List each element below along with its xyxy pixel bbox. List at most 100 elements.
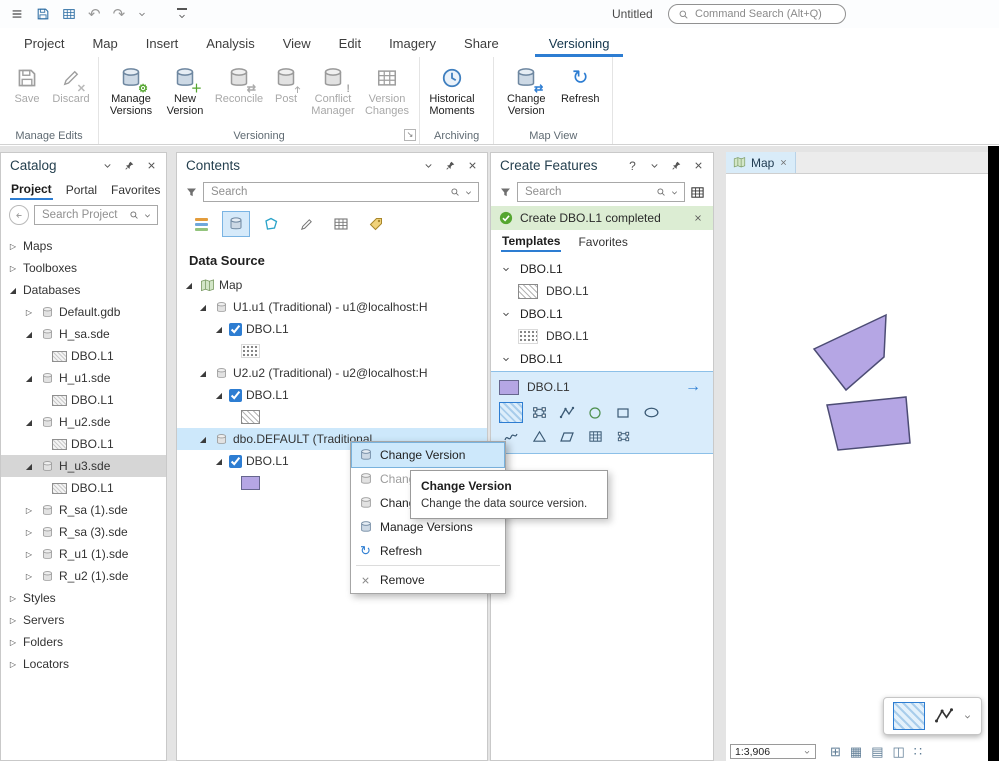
tree-item-h-u3-sde-selected[interactable]: ◢ H_u3.sde bbox=[1, 455, 166, 477]
tree-item-databases[interactable]: ◢ Databases bbox=[1, 279, 166, 301]
list-by-snapping-icon[interactable] bbox=[327, 211, 355, 237]
tree-item-toolboxes[interactable]: ▷ Toolboxes bbox=[1, 257, 166, 279]
manage-versions-button[interactable]: ⚙ Manage Versions bbox=[105, 60, 157, 121]
command-search[interactable]: Command Search (Alt+Q) bbox=[668, 4, 846, 24]
tree-item-connection-u2[interactable]: ◢ U2.u2 (Traditional) - u2@localhost:H bbox=[177, 362, 487, 384]
tree-item-default-gdb[interactable]: ▷ Default.gdb bbox=[1, 301, 166, 323]
list-by-selection-icon[interactable] bbox=[257, 211, 285, 237]
chevron-down-icon[interactable] bbox=[100, 158, 115, 173]
rectangle-tool-button[interactable] bbox=[611, 402, 635, 423]
manage-templates-icon[interactable] bbox=[690, 185, 705, 200]
expander-icon[interactable]: ▷ bbox=[23, 550, 35, 559]
map-canvas[interactable]: 1:3,906 ⊞ ▦ ▤ ◫ ∷ bbox=[726, 174, 988, 761]
expander-icon[interactable]: ◢ bbox=[213, 391, 225, 400]
chevron-down-icon[interactable] bbox=[464, 188, 473, 197]
tree-item-dbo-l1[interactable]: DBO.L1 bbox=[1, 433, 166, 455]
refresh-map-button[interactable]: ↻ Refresh bbox=[554, 60, 606, 108]
layer-symbol-row[interactable] bbox=[177, 406, 487, 428]
expander-icon[interactable]: ◢ bbox=[197, 435, 209, 444]
expander-icon[interactable]: ▷ bbox=[7, 616, 19, 625]
close-map-tab-icon[interactable] bbox=[779, 158, 788, 167]
new-version-button[interactable]: ＋ New Version bbox=[159, 60, 211, 121]
map-polygon-feature[interactable] bbox=[812, 313, 887, 392]
expander-icon[interactable]: ◢ bbox=[183, 281, 195, 290]
expander-icon[interactable]: ▷ bbox=[23, 506, 35, 515]
close-icon[interactable] bbox=[691, 158, 706, 173]
map-scale-select[interactable]: 1:3,906 bbox=[730, 744, 816, 759]
tab-view[interactable]: View bbox=[269, 31, 325, 57]
conflict-manager-button[interactable]: ! Conflict Manager bbox=[307, 60, 359, 121]
version-changes-button[interactable]: Version Changes bbox=[361, 60, 413, 121]
reconcile-button[interactable]: ⇄ Reconcile bbox=[213, 60, 265, 108]
expander-icon[interactable]: ▷ bbox=[7, 594, 19, 603]
versioning-dialog-launcher-icon[interactable]: ↘ bbox=[404, 129, 416, 141]
post-button[interactable]: Post bbox=[267, 60, 305, 108]
customize-toolbar-icon[interactable] bbox=[177, 7, 188, 21]
ellipse-tool-button[interactable] bbox=[639, 402, 663, 423]
annotation-tool-button[interactable] bbox=[611, 426, 635, 447]
tree-item-dbo-l1[interactable]: DBO.L1 bbox=[1, 477, 166, 499]
tree-item-folders[interactable]: ▷ Folders bbox=[1, 631, 166, 653]
menu-item-remove[interactable]: Remove bbox=[352, 568, 504, 592]
line-sketch-tool-icon[interactable] bbox=[934, 706, 954, 726]
chevron-down-icon[interactable] bbox=[501, 309, 513, 319]
tab-map[interactable]: Map bbox=[78, 31, 131, 57]
pin-icon[interactable] bbox=[443, 158, 458, 173]
chevron-down-icon[interactable] bbox=[647, 158, 662, 173]
template-item[interactable]: DBO.L1 bbox=[491, 325, 713, 347]
chevron-down-icon[interactable] bbox=[143, 211, 152, 220]
tab-imagery[interactable]: Imagery bbox=[375, 31, 450, 57]
tree-item-dbo-l1[interactable]: DBO.L1 bbox=[1, 345, 166, 367]
menu-icon[interactable] bbox=[10, 7, 24, 21]
expander-icon[interactable]: ◢ bbox=[23, 462, 35, 471]
tab-analysis[interactable]: Analysis bbox=[192, 31, 268, 57]
tab-share[interactable]: Share bbox=[450, 31, 513, 57]
expander-icon[interactable]: ▷ bbox=[23, 572, 35, 581]
historical-moments-button[interactable]: Historical Moments bbox=[426, 60, 478, 121]
list-by-editing-icon[interactable] bbox=[292, 211, 320, 237]
table-icon[interactable]: ▦ bbox=[850, 744, 862, 760]
save-project-icon[interactable] bbox=[36, 7, 50, 21]
save-edits-button[interactable]: Save bbox=[6, 60, 48, 108]
layer-symbol-row[interactable] bbox=[177, 340, 487, 362]
tab-favorites[interactable]: Favorites bbox=[577, 232, 628, 251]
chevron-down-icon[interactable] bbox=[963, 712, 972, 721]
expander-icon[interactable]: ◢ bbox=[213, 325, 225, 334]
active-polygon-template-button[interactable] bbox=[893, 702, 925, 730]
expander-icon[interactable]: ▷ bbox=[23, 528, 35, 537]
undo-icon[interactable]: ↶ bbox=[88, 7, 101, 22]
list-by-drawing-order-icon[interactable] bbox=[187, 211, 215, 237]
change-version-button[interactable]: ⇄ Change Version bbox=[500, 60, 552, 121]
help-icon[interactable]: ? bbox=[625, 158, 640, 173]
layer-visibility-checkbox[interactable] bbox=[229, 454, 242, 468]
tree-item-map[interactable]: ◢ Map bbox=[177, 274, 487, 296]
list-by-labeling-icon[interactable] bbox=[362, 211, 390, 237]
expander-icon[interactable]: ▷ bbox=[7, 264, 19, 273]
dismiss-notification-icon[interactable] bbox=[690, 211, 705, 226]
circle-tool-button[interactable] bbox=[583, 402, 607, 423]
catalog-search-input[interactable] bbox=[40, 208, 125, 222]
tree-item-r-u1-1-sde[interactable]: ▷ R_u1 (1).sde bbox=[1, 543, 166, 565]
template-group-header[interactable]: DBO.L1 bbox=[491, 302, 713, 325]
chevron-down-icon[interactable] bbox=[501, 264, 513, 274]
trace-tool-button[interactable] bbox=[555, 426, 579, 447]
tree-item-locators[interactable]: ▷ Locators bbox=[1, 653, 166, 675]
chevron-down-icon[interactable] bbox=[670, 188, 679, 197]
tree-item-servers[interactable]: ▷ Servers bbox=[1, 609, 166, 631]
snap-grid-icon[interactable]: ∷ bbox=[914, 744, 922, 760]
tab-project[interactable]: Project bbox=[10, 31, 78, 57]
tab-catalog-project[interactable]: Project bbox=[10, 179, 53, 200]
tree-item-layer-dbo-l1[interactable]: ◢ DBO.L1 bbox=[177, 318, 487, 340]
pin-icon[interactable] bbox=[122, 158, 137, 173]
expander-icon[interactable]: ▷ bbox=[7, 638, 19, 647]
menu-item-change-version[interactable]: Change Version bbox=[351, 442, 505, 468]
expander-icon[interactable]: ◢ bbox=[23, 374, 35, 383]
close-icon[interactable] bbox=[465, 158, 480, 173]
tab-templates[interactable]: Templates bbox=[501, 231, 562, 252]
add-grid-icon[interactable]: ⊞ bbox=[830, 744, 841, 760]
polygon-tool-button[interactable] bbox=[499, 402, 523, 423]
expander-icon[interactable]: ▷ bbox=[7, 242, 19, 251]
tree-item-h-u1-sde[interactable]: ◢ H_u1.sde bbox=[1, 367, 166, 389]
redo-icon[interactable]: ↷ bbox=[113, 7, 126, 22]
list-by-data-source-icon[interactable] bbox=[222, 211, 250, 237]
